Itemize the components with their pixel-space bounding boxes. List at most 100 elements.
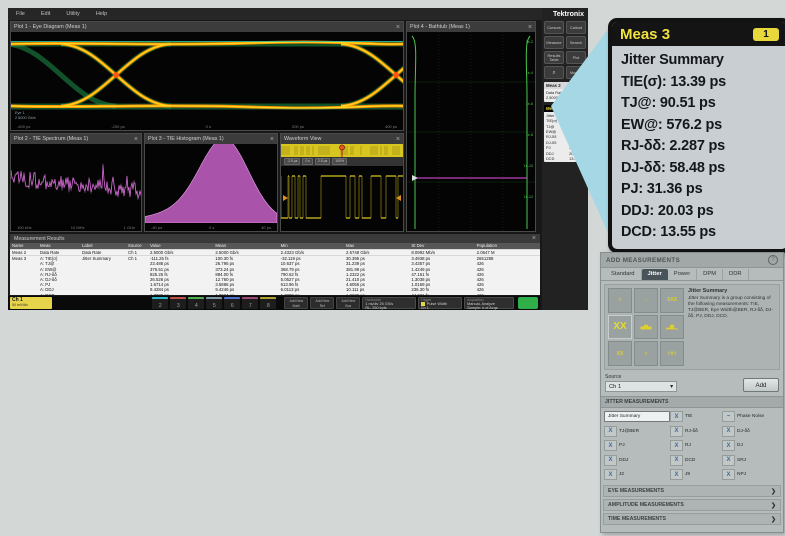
eye-x-icon: X [670, 440, 683, 451]
tie-spectrum-panel: Plot 2 - TIE Spectrum (Meas 1) × 100 kHz… [10, 133, 142, 232]
run-stop-button[interactable] [518, 297, 538, 309]
meas-item-jitter-summary[interactable]: XJitter Summary [604, 411, 670, 422]
chevron-down-icon: ▾ [670, 384, 673, 390]
trigger-badge[interactable]: Trigger Pulse Width Ch 1 [418, 297, 462, 309]
table-row[interactable]: Meas 3A: TIE(σ)A: TJ@A: EW@A: RJ-δδA: DJ… [10, 256, 540, 295]
callout-line: DCD: 13.55 ps [621, 222, 778, 244]
menu-item-help[interactable]: Help [96, 11, 107, 17]
sidebar-measure-button[interactable]: Measure [544, 36, 564, 49]
channel-8-badge[interactable]: 8 [260, 297, 276, 309]
channel-6-badge[interactable]: 6 [224, 297, 240, 309]
close-icon[interactable]: × [270, 136, 274, 143]
meas-item-dj[interactable]: XDJ-δδ [722, 426, 780, 437]
channel-badges: 2345678 [152, 297, 276, 309]
add-new-bus-button[interactable]: Add NewBus [336, 297, 360, 309]
meas-item-pj[interactable]: XPJ [604, 440, 670, 451]
channel-2-badge[interactable]: 2 [152, 297, 168, 309]
close-icon[interactable]: × [134, 136, 138, 143]
meas-item-label: J2 [619, 472, 624, 477]
menu-item-utility[interactable]: Utility [66, 11, 79, 17]
eye-diagram-title-bar: Plot 1 - Eye Diagram (Meas 1) × [11, 22, 403, 32]
help-icon[interactable]: ? [768, 255, 778, 265]
spectrum-x-axis: 100 kHz10 MHz1 GHz [11, 223, 141, 231]
waveform-overview-strip[interactable] [281, 144, 403, 157]
channel-3-badge[interactable]: 3 [170, 297, 186, 309]
eye-x-icon: X [722, 440, 735, 451]
sidebar-more-button[interactable]: More... [566, 66, 586, 79]
thumbnail-eye3-icon[interactable]: XXX [660, 288, 684, 313]
bathtub-plot: 1e-21e-41e-61e-81e-101e-12 [407, 32, 535, 231]
meas-item-tj-ber[interactable]: XTJ@BER [604, 426, 670, 437]
sidebar-search-button[interactable]: Search [566, 36, 586, 49]
sidebar-results-table-button[interactable]: Results Table [544, 51, 564, 64]
row-label: Jitter Summary [80, 256, 126, 295]
accordion-amplitude[interactable]: AMPLITUDE MEASUREMENTS❯ [603, 499, 781, 511]
axis-tick: 10 MHz [71, 225, 85, 230]
channel-5-badge[interactable]: 5 [206, 297, 222, 309]
add-button[interactable]: Add [743, 378, 779, 392]
meas-item-rj[interactable]: XRJ [670, 440, 722, 451]
accordion-eye[interactable]: EYE MEASUREMENTS❯ [603, 485, 781, 497]
meas-item-npj[interactable]: XNPJ [722, 469, 780, 480]
add-new-math-button[interactable]: Add NewMath [284, 297, 308, 309]
thumbnail-square-icon[interactable]: ⊓⊓ [660, 341, 684, 366]
meas-item-srj[interactable]: XSRJ [722, 455, 780, 466]
sidebar-zoom-icon[interactable]: ⌕ [544, 66, 564, 79]
thumbnail-eye2-icon[interactable]: XX [608, 341, 632, 366]
thumbnail-spec-icon[interactable]: ▂▆▁ [660, 315, 684, 340]
meas-item-rj[interactable]: XRJ-δδ [670, 426, 722, 437]
sidebar-callout-button[interactable]: Callout [566, 21, 586, 34]
measurement-results-table[interactable]: NameMeasLabelSourceValueMeanMinMaxSt Dev… [10, 243, 540, 295]
channel-4-badge[interactable]: 4 [188, 297, 204, 309]
close-icon[interactable]: × [396, 136, 400, 143]
measurement-accordions: EYE MEASUREMENTS❯ AMPLITUDE MEASUREMENTS❯… [601, 485, 783, 525]
eye-diagram-traces [11, 32, 404, 118]
meas-item-j9[interactable]: XJ9 [670, 469, 722, 480]
acquisition-badge[interactable]: Acquisition Manual, Analyze Sample: # of… [464, 297, 514, 309]
callout-title: Meas 3 [620, 26, 670, 43]
close-icon[interactable]: × [528, 24, 532, 31]
tab-dpm[interactable]: DPM [697, 269, 723, 280]
close-icon[interactable]: × [396, 24, 400, 31]
sidebar-plot-button[interactable]: Plot [566, 51, 586, 64]
meas2-badge[interactable]: Meas 21 Data Rate2.5000 Gb/s [544, 82, 586, 102]
thumbnail-steps-icon[interactable]: ≡ [634, 341, 658, 366]
waveform-view-title-bar: Waveform View × [281, 134, 403, 144]
meas-item-dj[interactable]: XDJ [722, 440, 780, 451]
zoom-toolbar-value[interactable]: -2.5 μs [284, 158, 300, 165]
tab-ddr[interactable]: DDR [723, 269, 749, 280]
thumbnail-scatter-icon[interactable]: ∴ [634, 288, 658, 313]
tab-standard[interactable]: Standard [605, 269, 642, 280]
tab-jitter[interactable]: Jitter [642, 269, 668, 280]
channel-7-badge[interactable]: 7 [242, 297, 258, 309]
thumbnail-eye2big-icon[interactable]: XX [608, 315, 632, 340]
table-row[interactable]: Meas 2Data RateData RateCh 12.5000 Gb/s2… [10, 250, 540, 257]
eye-x-icon: X [670, 426, 683, 437]
meas-item-tie[interactable]: XTIE [670, 411, 722, 422]
meas-item-ddj[interactable]: XDDJ [604, 455, 670, 466]
meas-item-j2[interactable]: XJ2 [604, 469, 670, 480]
sidebar-buttons: CursorsCalloutMeasureSearchResults Table… [544, 21, 586, 79]
source-select[interactable]: Ch 1 ▾ [605, 381, 677, 392]
tab-power[interactable]: Power [668, 269, 697, 280]
accordion-time[interactable]: TIME MEASUREMENTS❯ [603, 513, 781, 525]
horizontal-badge[interactable]: Horizontal 1 ns/div 25 GS/s RL: 250 kpts [362, 297, 415, 309]
meas-item-dcd[interactable]: XDCD [670, 455, 722, 466]
thumbnail-trend-icon[interactable]: ≈ [608, 288, 632, 313]
menu-item-file[interactable]: File [16, 11, 25, 17]
sidebar-cursors-button[interactable]: Cursors [544, 21, 564, 34]
zoom-toolbar-value[interactable]: 2.5 μs [315, 158, 330, 165]
menu-item-edit[interactable]: Edit [41, 11, 50, 17]
close-icon[interactable]: × [532, 235, 536, 242]
chevron-right-icon: ❯ [771, 502, 776, 509]
channel-1-badge[interactable]: Ch 1 50 mV/div [10, 297, 52, 309]
eye-diagram-panel: Plot 1 - Eye Diagram (Meas 1) × [10, 21, 404, 131]
zoom-toolbar-value[interactable]: 0 s [302, 158, 313, 165]
meas-item-phase-noise[interactable]: ~Phase Noise [722, 411, 780, 422]
add-new-ref-button[interactable]: Add NewRef [310, 297, 334, 309]
eye-x-icon: X [670, 469, 683, 480]
thumbnail-hist-icon[interactable]: ▄▆▄ [634, 315, 658, 340]
meas3-badge[interactable]: Meas 31 Jitter SummaryTIE(σ)13.39 psTJ@9… [544, 105, 586, 163]
zoom-toolbar-value[interactable]: 100% [332, 158, 347, 165]
row-source: Ch 1 [126, 250, 148, 256]
